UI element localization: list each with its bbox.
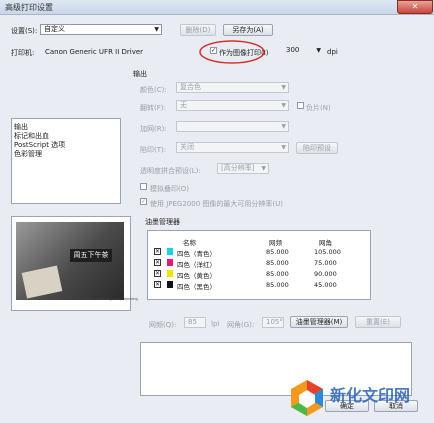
- ink-angle: 75.000: [314, 259, 337, 267]
- angle-label: 网角(G):: [227, 321, 255, 329]
- transparency-label: 透明度拼合预设(L):: [140, 167, 201, 175]
- chevron-down-icon: ▼: [281, 123, 286, 130]
- color-label: 颜色(C):: [140, 86, 167, 94]
- transparency-select[interactable]: [高分辨率] ▼: [217, 163, 269, 174]
- magenta-swatch: [167, 259, 173, 266]
- ink-frequency: 85.000: [266, 248, 289, 256]
- title-bar: [0, 0, 434, 15]
- transparency-value: [高分辨率]: [221, 164, 255, 172]
- ink-print-toggle[interactable]: ✕: [154, 270, 161, 277]
- ink-frequency: 85.000: [266, 259, 289, 267]
- chevron-down-icon: ▼: [281, 84, 286, 91]
- printer-name: Canon Generic UFR II Driver: [45, 48, 144, 56]
- dpi-value: 300: [286, 46, 300, 54]
- color-value: 复合色: [180, 83, 201, 91]
- ink-angle: 90.000: [314, 270, 337, 278]
- dpi-select[interactable]: 300 ▼: [283, 46, 323, 57]
- trap-label: 陷印(T):: [140, 146, 167, 154]
- nav-item-color-management[interactable]: 色彩管理: [14, 149, 42, 159]
- chevron-down-icon: ▼: [281, 144, 286, 151]
- ink-name: 四色（青色）: [177, 250, 216, 258]
- flip-select[interactable]: 无 ▼: [176, 100, 289, 111]
- screen-label: 加网(R):: [140, 125, 167, 133]
- settings-select[interactable]: 自定义 ▼: [40, 24, 162, 35]
- ink-print-toggle[interactable]: ✕: [154, 259, 161, 266]
- frequency-label: 网频(Q):: [149, 321, 177, 329]
- yellow-swatch: [167, 270, 173, 277]
- ink-table: 名称 网频 网角 ✕ 四色（青色） 85.000 105.000 ✕ 四色（洋红…: [147, 230, 371, 300]
- watermark-logo-icon: [291, 380, 323, 416]
- frequency-unit: lpi: [211, 320, 220, 328]
- preview-caption: weekend · morning mail · thinking: [78, 297, 138, 301]
- printer-label: 打印机:: [11, 49, 35, 57]
- color-select[interactable]: 复合色 ▼: [176, 82, 289, 93]
- ink-print-toggle[interactable]: ✕: [154, 248, 161, 255]
- negative-checkbox[interactable]: [297, 102, 304, 109]
- chevron-down-icon: ▼: [261, 165, 266, 172]
- flip-label: 翻转(F):: [140, 104, 166, 112]
- trap-presets-button[interactable]: 陷印预设: [296, 142, 338, 154]
- negative-label: 负片(N): [306, 104, 331, 112]
- print-preview: 周五下午茶 weekend · morning mail · thinking: [11, 216, 138, 311]
- flip-value: 无: [180, 101, 187, 109]
- chevron-down-icon: ▼: [281, 102, 286, 109]
- watermark-text: 新化文印网: [330, 386, 411, 405]
- col-frequency: 网频: [269, 239, 282, 247]
- chevron-down-icon: ▼: [316, 47, 321, 54]
- window-title: 高级打印设置: [5, 3, 53, 12]
- category-list: 输出 标记和出血 PostScript 选项 色彩管理: [11, 118, 121, 204]
- cyan-swatch: [167, 248, 173, 255]
- delete-button[interactable]: 删除(D): [180, 24, 216, 36]
- save-as-button[interactable]: 另存为(A): [223, 24, 273, 36]
- output-heading: 输出: [133, 70, 147, 78]
- settings-label: 设置(S):: [11, 27, 38, 35]
- jpeg2000-checkbox[interactable]: ✓: [140, 198, 147, 205]
- ink-name: 四色（黑色）: [177, 283, 216, 291]
- close-button[interactable]: ✕: [397, 0, 433, 14]
- ink-angle: 105.000: [314, 248, 341, 256]
- angle-input[interactable]: 105°: [262, 317, 284, 328]
- reset-button[interactable]: 重置(E): [355, 316, 401, 328]
- settings-value: 自定义: [44, 25, 65, 33]
- simulate-overprint-label: 模拟叠印(O): [150, 185, 189, 193]
- highlight-oval: [199, 40, 265, 64]
- ink-angle: 45.000: [314, 281, 337, 289]
- col-name: 名称: [183, 239, 196, 247]
- trap-select[interactable]: 关闭 ▼: [176, 142, 289, 153]
- jpeg2000-label: 使用 JPEG2000 图像的最大可用分辨率(U): [150, 200, 283, 208]
- ink-manager-button[interactable]: 油墨管理器(M): [290, 316, 348, 328]
- col-angle: 网角: [319, 239, 332, 247]
- dpi-unit: dpi: [327, 48, 338, 56]
- frequency-input[interactable]: 85: [184, 317, 206, 328]
- ink-manager-heading: 油墨管理器: [145, 218, 180, 226]
- simulate-overprint-checkbox[interactable]: [140, 183, 147, 190]
- black-swatch: [167, 281, 173, 288]
- screen-select[interactable]: ▼: [176, 121, 289, 132]
- ink-name: 四色（洋红）: [177, 261, 216, 269]
- ink-print-toggle[interactable]: ✕: [154, 281, 161, 288]
- ink-frequency: 85.000: [266, 281, 289, 289]
- ink-name: 四色（黄色）: [177, 272, 216, 280]
- preview-banner: 周五下午茶: [70, 249, 112, 262]
- trap-value: 关闭: [180, 143, 194, 151]
- ink-frequency: 85.000: [266, 270, 289, 278]
- chevron-down-icon: ▼: [154, 26, 159, 33]
